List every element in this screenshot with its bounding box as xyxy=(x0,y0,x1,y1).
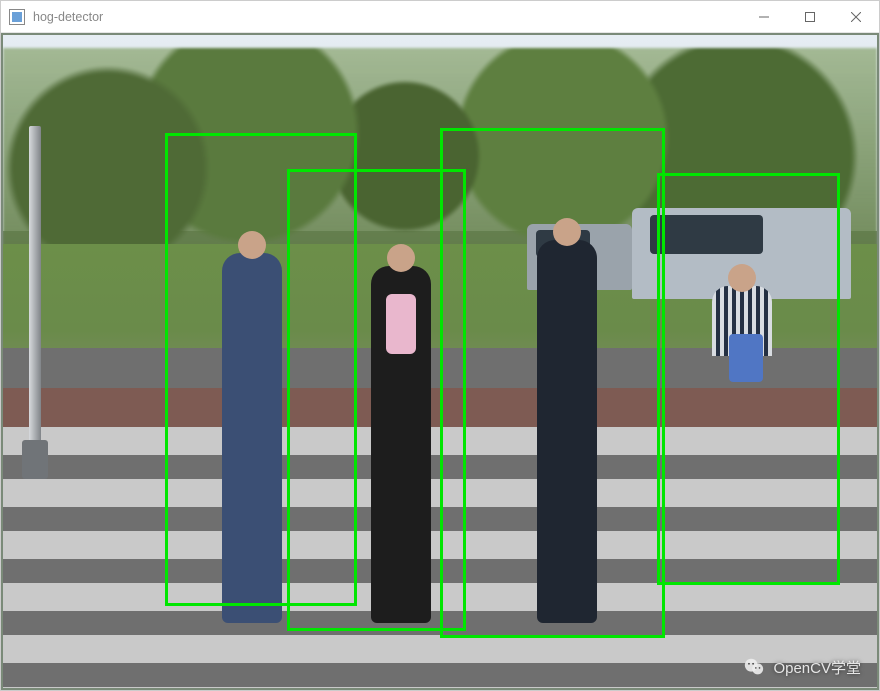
app-window: hog-detector xyxy=(0,0,880,691)
minimize-button[interactable] xyxy=(741,1,787,32)
close-button[interactable] xyxy=(833,1,879,32)
close-icon xyxy=(851,12,861,22)
maximize-icon xyxy=(805,12,815,22)
window-title: hog-detector xyxy=(33,10,741,24)
lamp-pole-base xyxy=(22,440,48,479)
image-viewport: OpenCV学堂 xyxy=(1,33,879,690)
wechat-icon xyxy=(743,656,765,678)
maximize-button[interactable] xyxy=(787,1,833,32)
pedestrian xyxy=(361,244,440,623)
scene-illustration: OpenCV学堂 xyxy=(3,35,877,688)
titlebar[interactable]: hog-detector xyxy=(1,1,879,33)
minimize-icon xyxy=(759,12,769,22)
pedestrian xyxy=(527,218,606,623)
pedestrian xyxy=(213,231,292,623)
app-icon xyxy=(9,9,25,25)
watermark: OpenCV学堂 xyxy=(743,656,861,678)
lamp-pole xyxy=(29,126,41,453)
pedestrian xyxy=(702,264,781,623)
window-controls xyxy=(741,1,879,32)
watermark-text: OpenCV学堂 xyxy=(773,657,861,678)
